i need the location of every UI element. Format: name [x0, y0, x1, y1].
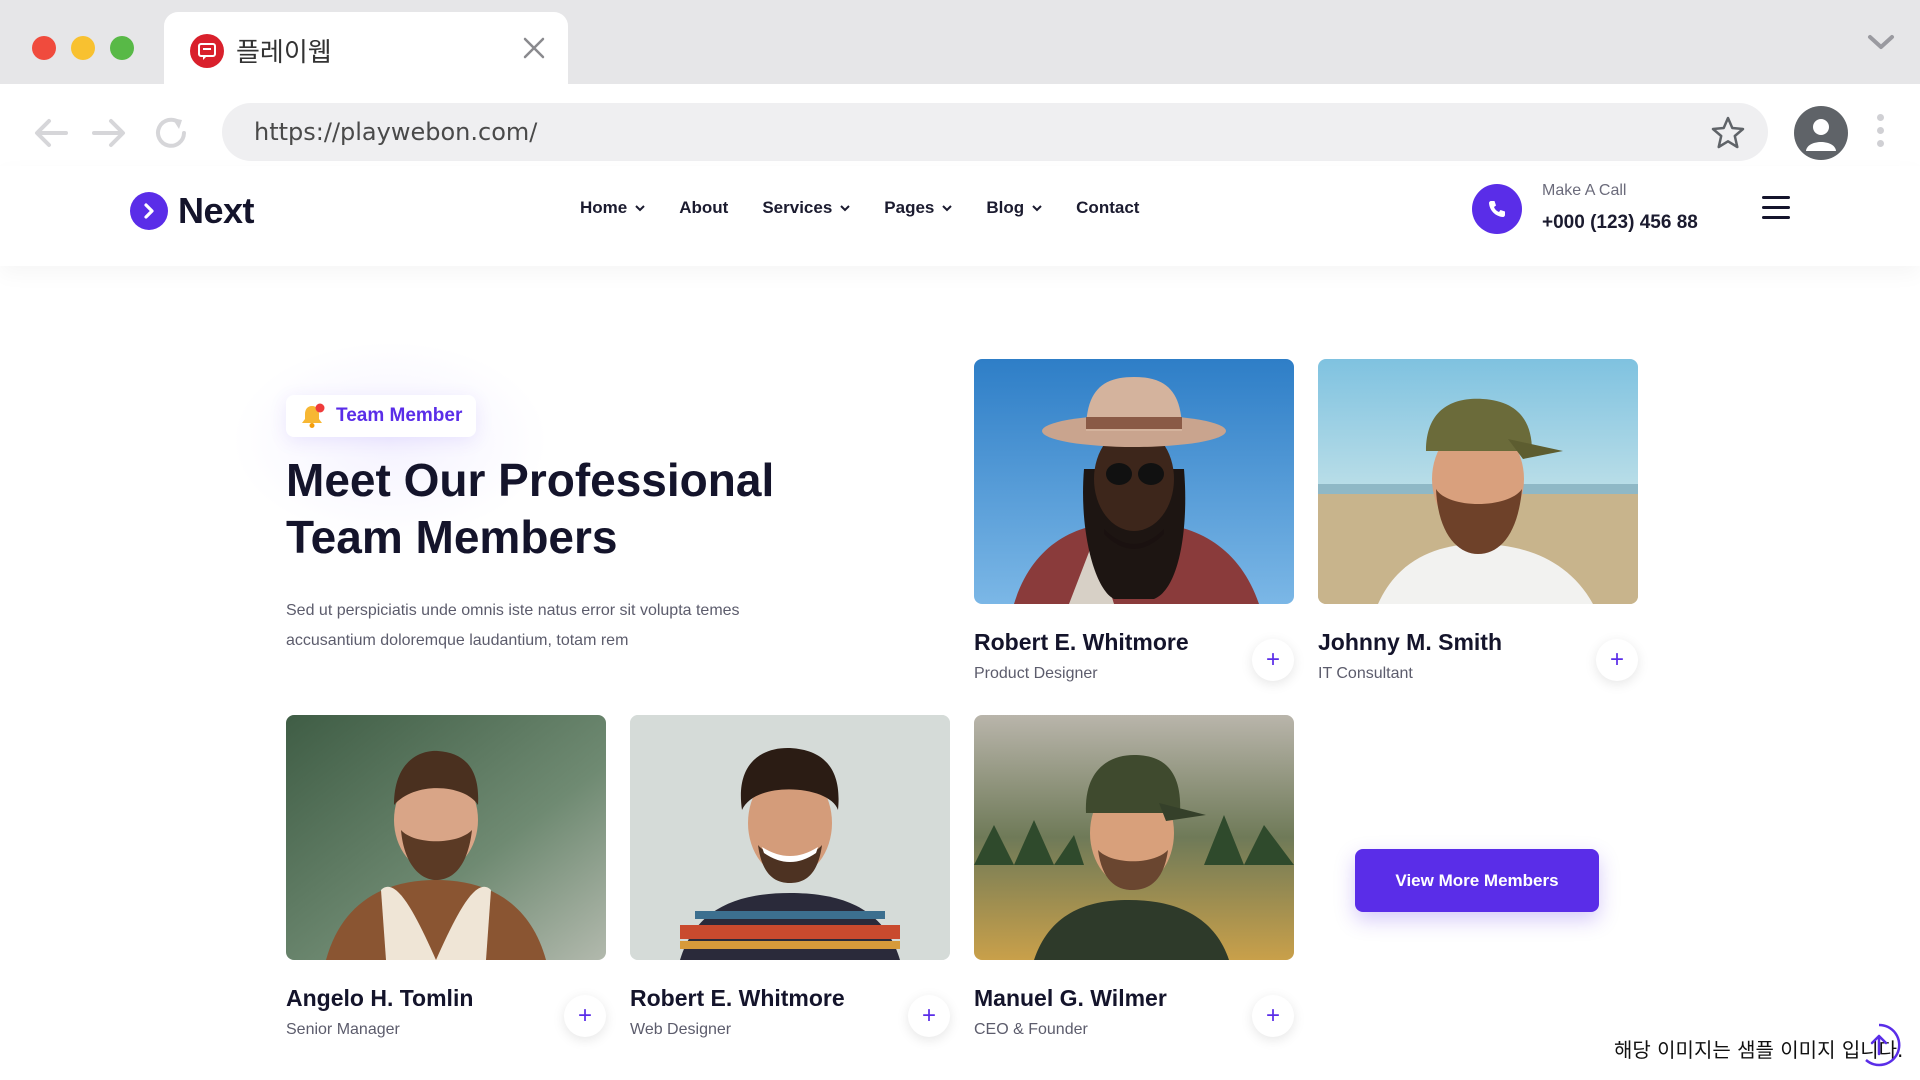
section-description: Sed ut perspiciatis unde omnis iste natu… [286, 602, 740, 649]
close-window-button[interactable] [32, 36, 56, 60]
user-profile-icon[interactable] [1794, 106, 1848, 160]
team-member-plus-button[interactable]: + [564, 995, 606, 1037]
site-logo[interactable]: Next [130, 190, 255, 232]
tab-list-chevron-down-icon[interactable] [1866, 30, 1896, 54]
team-member-role: CEO & Founder [974, 1021, 1088, 1038]
chevron-down-icon [635, 204, 645, 211]
team-member-role: IT Consultant [1318, 665, 1413, 682]
nav-item-blog[interactable]: Blog [986, 198, 1042, 218]
bell-icon [302, 403, 325, 428]
team-member-photo[interactable] [1318, 359, 1638, 604]
nav-item-home[interactable]: Home [580, 198, 645, 218]
address-bar-input[interactable]: https://playwebon.com/ [222, 103, 1768, 161]
forward-arrow-icon[interactable] [88, 112, 130, 154]
team-member-photo[interactable] [974, 359, 1294, 604]
team-member-name[interactable]: Manuel G. Wilmer [974, 985, 1167, 1012]
tab-title: 플레이웹 [236, 38, 332, 68]
team-member-photo[interactable] [286, 715, 606, 960]
team-member-card: Robert E. Whitmore Product Designer + [974, 359, 1294, 682]
team-member-name[interactable]: Angelo H. Tomlin [286, 985, 473, 1012]
main-navigation: Home About Services Pages Blog Contact [580, 198, 1139, 218]
minimize-window-button[interactable] [71, 36, 95, 60]
back-arrow-icon[interactable] [30, 112, 72, 154]
team-member-plus-button[interactable]: + [908, 995, 950, 1037]
call-label: Make A Call [1542, 182, 1627, 199]
browser-tab[interactable]: 플레이웹 [164, 12, 568, 84]
call-phone-number[interactable]: +000 (123) 456 88 [1542, 212, 1698, 234]
site-header: Next Home About Services Pages Blog Cont… [0, 166, 1920, 266]
section-badge: Team Member [286, 395, 477, 437]
team-member-name[interactable]: Robert E. Whitmore [974, 629, 1189, 656]
browser-menu-kebab-icon[interactable] [1872, 114, 1888, 154]
url-text: https://playwebon.com/ [254, 118, 538, 146]
team-member-plus-button[interactable]: + [1252, 639, 1294, 681]
team-member-role: Product Designer [974, 665, 1098, 682]
team-member-card: Angelo H. Tomlin Senior Manager + [286, 715, 606, 1038]
hamburger-menu-icon[interactable] [1762, 196, 1790, 220]
team-member-photo[interactable] [630, 715, 950, 960]
browser-tab-bar: 플레이웹 [0, 0, 1920, 84]
team-member-role: Senior Manager [286, 1021, 400, 1038]
site-favicon-icon [190, 34, 224, 68]
team-member-photo[interactable] [974, 715, 1294, 960]
team-member-plus-button[interactable]: + [1596, 639, 1638, 681]
chevron-down-icon [942, 204, 953, 211]
section-heading: Meet Our Professional Team Members [286, 454, 775, 563]
section-badge-label: Team Member [336, 405, 463, 426]
nav-item-pages[interactable]: Pages [884, 198, 953, 218]
browser-toolbar: https://playwebon.com/ [0, 84, 1920, 166]
team-member-card: Johnny M. Smith IT Consultant + [1318, 359, 1638, 682]
chevron-down-icon [840, 204, 850, 211]
maximize-window-button[interactable] [110, 36, 134, 60]
team-member-name[interactable]: Robert E. Whitmore [630, 985, 845, 1012]
logo-text: Next [178, 190, 255, 231]
reload-icon[interactable] [150, 112, 192, 154]
nav-item-services[interactable]: Services [762, 198, 850, 218]
view-more-members-button[interactable]: View More Members [1355, 849, 1599, 912]
team-member-card: Robert E. Whitmore Web Designer + [630, 715, 950, 1038]
chevron-down-icon [1032, 204, 1042, 211]
team-member-plus-button[interactable]: + [1252, 995, 1294, 1037]
team-member-card: Manuel G. Wilmer CEO & Founder + [974, 715, 1294, 1038]
close-tab-icon[interactable] [520, 34, 548, 62]
team-member-role: Web Designer [630, 1021, 732, 1038]
scroll-to-top-icon[interactable] [1856, 1022, 1902, 1068]
team-member-name[interactable]: Johnny M. Smith [1318, 629, 1502, 656]
logo-chevron-icon [130, 192, 168, 230]
nav-item-about[interactable]: About [679, 198, 728, 218]
nav-item-contact[interactable]: Contact [1076, 198, 1139, 218]
bookmark-star-icon[interactable] [1710, 115, 1746, 151]
phone-icon[interactable] [1472, 184, 1522, 234]
